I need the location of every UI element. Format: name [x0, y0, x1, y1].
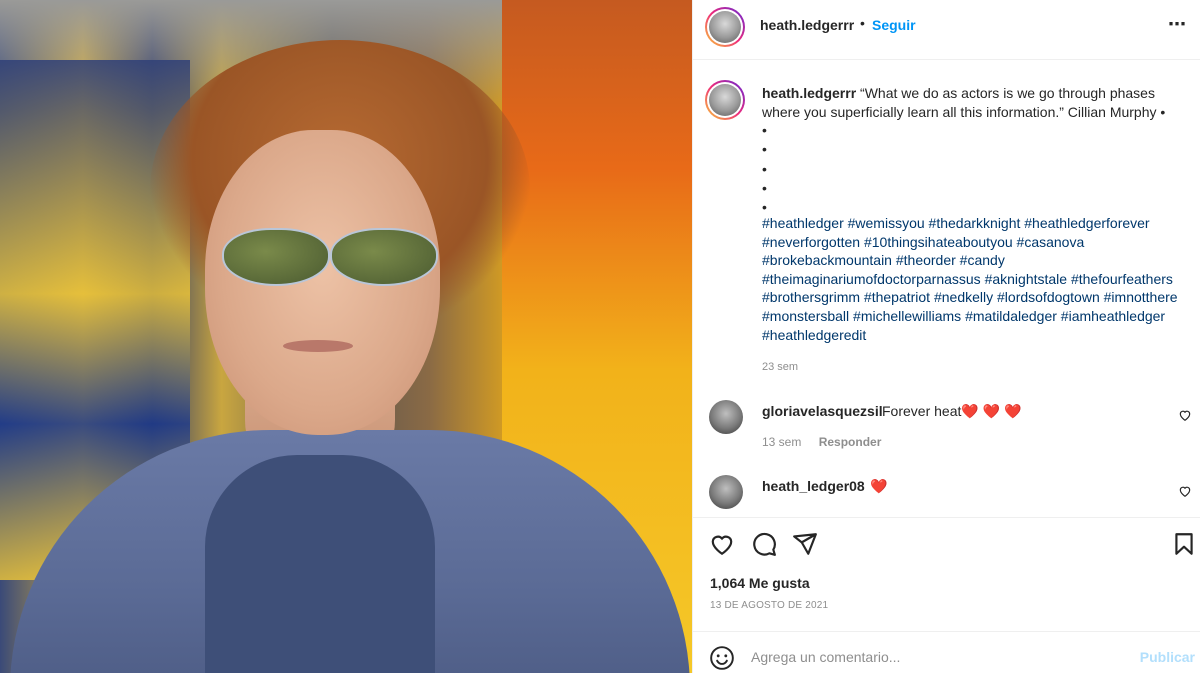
author-avatar[interactable] — [705, 7, 745, 47]
caption-bullet: • — [762, 160, 767, 177]
heart-emoji: ❤️ ❤️ ❤️ — [961, 403, 1022, 419]
caption-bullet: • — [762, 179, 767, 196]
publish-button[interactable]: Publicar — [1140, 649, 1195, 665]
comment-timestamp[interactable]: 13 sem — [762, 435, 801, 449]
more-options-icon[interactable]: ⋯ — [1168, 14, 1187, 35]
caption-author-avatar[interactable] — [705, 80, 745, 120]
emoji-icon[interactable] — [709, 645, 735, 671]
reply-button[interactable]: Responder — [819, 435, 882, 449]
caption-bullet: • — [762, 141, 767, 158]
caption-text: heath.ledgerrr “What we do as actors is … — [762, 84, 1192, 121]
author-username[interactable]: heath.ledgerrr — [760, 17, 854, 33]
like-icon[interactable] — [709, 531, 735, 557]
caption-bullet: • — [762, 122, 767, 138]
actions-divider — [693, 517, 1200, 518]
commenter-username[interactable]: heath_ledger08 — [762, 478, 865, 494]
comment-composer: Publicar — [693, 631, 1200, 673]
caption-username[interactable]: heath.ledgerrr — [762, 85, 856, 101]
post-date[interactable]: 13 DE AGOSTO DE 2021 — [710, 600, 828, 611]
header-separator: • — [860, 15, 865, 31]
post-side-panel: heath.ledgerrr • Seguir ⋯ heath.ledgerrr… — [692, 0, 1200, 673]
photo-subject-shirt — [205, 455, 435, 673]
likes-count[interactable]: 1,064 Me gusta — [710, 575, 810, 591]
save-bookmark-icon[interactable] — [1171, 531, 1197, 557]
caption-bullets: • • • • • — [762, 121, 767, 217]
heart-emoji: ❤️ — [870, 478, 888, 494]
photo-subject-mouth — [283, 340, 353, 352]
caption-timestamp[interactable]: 23 sem — [762, 361, 798, 373]
post-header: heath.ledgerrr • Seguir ⋯ — [693, 0, 1200, 60]
comment-meta: 13 sem Responder — [762, 435, 895, 449]
follow-button[interactable]: Seguir — [872, 17, 916, 33]
commenter-avatar[interactable] — [709, 400, 743, 434]
sunglasses-right-lens — [330, 228, 438, 286]
share-icon[interactable] — [792, 531, 818, 557]
sunglasses-left-lens — [222, 228, 330, 286]
comment-like-icon[interactable] — [1178, 408, 1192, 422]
commenter-avatar[interactable] — [709, 475, 743, 509]
comment-like-icon[interactable] — [1178, 484, 1192, 498]
post-photo[interactable] — [0, 0, 692, 673]
comment-text: Forever heat❤️ ❤️ ❤️ — [882, 403, 1022, 419]
commenter-username[interactable]: gloriavelasquezsil — [762, 403, 883, 419]
comment-icon[interactable] — [751, 531, 777, 557]
comment-input[interactable] — [751, 646, 1111, 668]
caption-hashtags[interactable]: #heathledger #wemissyou #thedarkknight #… — [762, 214, 1197, 344]
